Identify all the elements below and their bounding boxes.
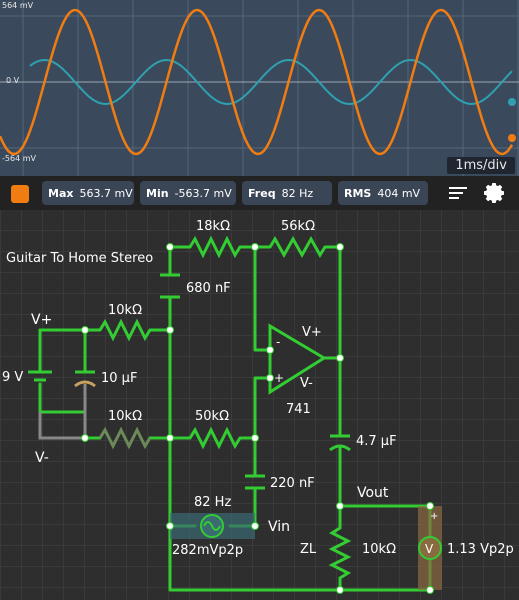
opamp-vplus-label: V+: [302, 325, 322, 340]
resistor-10k-bottom[interactable]: [98, 426, 152, 450]
y-min-label: -564 mV: [2, 154, 36, 163]
circuit-schematic[interactable]: Guitar To Home Stereo 18kΩ 56kΩ 680 nF V…: [0, 210, 519, 600]
y-max-label: 564 mV: [2, 1, 34, 10]
capacitor-220n[interactable]: [245, 474, 265, 490]
freq-label: Freq: [248, 186, 276, 200]
rms-label: RMS: [344, 186, 372, 200]
rms-value: 404 mV: [377, 186, 421, 200]
opamp-vminus-label: V-: [300, 376, 313, 391]
ac-source[interactable]: [170, 513, 255, 539]
capacitor-680n[interactable]: [160, 273, 180, 299]
label-source-freq: 82 Hz: [194, 495, 231, 510]
time-div-label[interactable]: 1ms/div: [447, 157, 515, 174]
label-50k: 50kΩ: [195, 409, 229, 424]
freq-stat: Freq 82 Hz: [242, 181, 332, 205]
input-trace-marker[interactable]: [508, 98, 516, 106]
min-label: Min: [146, 186, 169, 200]
label-vplus: V+: [31, 312, 52, 328]
min-value: -563.7 mV: [174, 186, 232, 200]
opamp-model-label: 741: [286, 402, 311, 417]
max-label: Max: [48, 186, 74, 200]
oscilloscope-panel[interactable]: 564 mV 0 V -564 mV 1ms/div: [0, 0, 519, 176]
measurement-toolbar: Max 563.7 mV Min -563.7 mV Freq 82 Hz RM…: [0, 176, 519, 210]
label-680n: 680 nF: [186, 281, 231, 296]
resistor-18k[interactable]: [188, 235, 242, 259]
label-220n: 220 nF: [270, 476, 315, 491]
max-stat: Max 563.7 mV: [42, 181, 134, 205]
label-10k-bottom: 10kΩ: [108, 409, 142, 424]
label-18k: 18kΩ: [196, 219, 230, 234]
capacitor-10u[interactable]: [74, 370, 96, 412]
gear-icon[interactable]: [483, 181, 507, 205]
y-zero-label: 0 V: [6, 76, 20, 85]
label-vin: Vin: [268, 519, 290, 535]
resistor-10k-top[interactable]: [98, 318, 152, 342]
scope-grid: [0, 0, 519, 176]
label-10u: 10 µF: [101, 371, 137, 386]
resistor-zl[interactable]: [328, 526, 352, 580]
vminus-wire: [38, 412, 87, 440]
meter-plus: +: [430, 511, 438, 522]
rms-stat: RMS 404 mV: [338, 181, 428, 205]
label-zl: ZL: [300, 542, 317, 557]
label-56k: 56kΩ: [281, 219, 315, 234]
freq-value: 82 Hz: [281, 186, 314, 200]
max-value: 563.7 mV: [79, 186, 133, 200]
label-10k-load: 10kΩ: [362, 542, 396, 557]
resistor-50k[interactable]: [188, 426, 242, 450]
opamp-plus-label: +: [274, 371, 284, 385]
battery-9v[interactable]: [28, 370, 52, 382]
label-vout: Vout: [357, 485, 389, 501]
label-9v: 9 V: [2, 370, 23, 385]
resistor-56k[interactable]: [268, 235, 327, 259]
circuit-canvas[interactable]: Guitar To Home Stereo 18kΩ 56kΩ 680 nF V…: [0, 210, 519, 600]
oscilloscope-plot: [0, 0, 519, 176]
label-4-7u: 4.7 µF: [356, 434, 397, 449]
circuit-title: Guitar To Home Stereo: [6, 251, 153, 266]
label-meter-value: 1.13 Vp2p: [447, 542, 514, 557]
output-trace-marker[interactable]: [508, 134, 516, 142]
label-vminus: V-: [35, 450, 49, 466]
label-source-amp: 282mVp2p: [172, 543, 243, 558]
min-stat: Min -563.7 mV: [140, 181, 236, 205]
menu-lines-icon[interactable]: [446, 181, 470, 205]
label-10k-top: 10kΩ: [108, 303, 142, 318]
meter-symbol: V: [425, 542, 434, 556]
opamp-minus-label: -: [276, 335, 280, 349]
trace-color-swatch[interactable]: [11, 185, 29, 203]
